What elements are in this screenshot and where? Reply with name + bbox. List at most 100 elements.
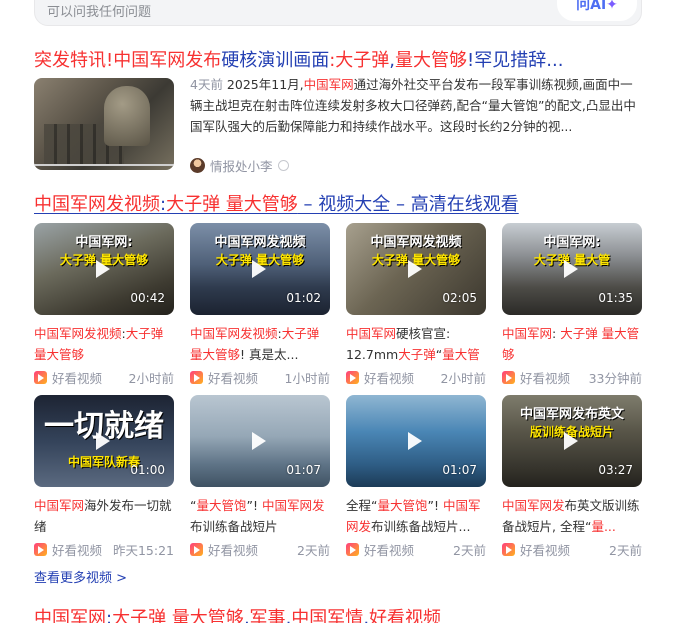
result-thumbnail-1[interactable] — [34, 78, 174, 170]
video-time: 2小时前 — [128, 371, 174, 386]
video-source: 好看视频 — [208, 543, 259, 558]
video-time: 2小时前 — [440, 371, 486, 386]
result-source-1[interactable]: 情报处小李 — [190, 156, 289, 175]
video-thumbnail[interactable]: 中国军网: 大子弹 量大管够 00:42 — [34, 223, 174, 315]
video-thumbnail[interactable]: 中国军网: 大子弹 量大管 01:35 — [502, 223, 642, 315]
play-icon[interactable] — [408, 260, 422, 278]
play-icon[interactable] — [564, 260, 578, 278]
video-thumbnail[interactable]: 一切就绪 中国军队新春 01:00 — [34, 395, 174, 487]
play-icon[interactable] — [564, 432, 578, 450]
title-segment: 大子弹 量大管够 — [112, 608, 244, 623]
video-source: 好看视频 — [208, 371, 259, 386]
snippet-highlight: 中国军网 — [303, 77, 354, 92]
video-title[interactable]: “量大管饱”! 中国军网发布训练备战短片 — [190, 495, 330, 537]
ask-ai-button[interactable]: 问AI✦ — [557, 0, 637, 21]
video-thumbnail[interactable]: 中国军网发布英文 版训练备战短片 03:27 — [502, 395, 642, 487]
title-segment: 中国军网 — [34, 498, 85, 513]
video-progress-track — [34, 164, 174, 166]
video-meta: 好看视频 2天前 — [346, 540, 486, 559]
title-segment: 量... — [591, 519, 616, 534]
video-meta: 好看视频 2天前 — [502, 540, 642, 559]
video-time: 1小时前 — [284, 371, 330, 386]
title-segment: : — [552, 326, 561, 341]
title-segment: 中国军网发 — [502, 498, 565, 513]
video-thumbnail[interactable]: 中国军网发视频 大子弹 量大管够 01:02 — [190, 223, 330, 315]
play-icon[interactable] — [252, 432, 266, 450]
title-segment: 量大管饱 — [377, 498, 428, 513]
video-title[interactable]: 中国军网: 大子弹 量大管够 — [502, 323, 642, 365]
video-card[interactable]: 一切就绪 中国军队新春 01:00 中国军网海外发布一切就绪好看视频 昨天15:21 — [34, 395, 174, 559]
video-card[interactable]: 中国军网发视频 大子弹 量大管够 02:05 中国军网硬核官宣: 12.7mm大子弹“… — [346, 223, 486, 387]
ask-ai-label: 问AI — [576, 0, 607, 13]
video-title[interactable]: 中国军网硬核官宣: 12.7mm大子弹“量大管够” — [346, 323, 486, 365]
video-source: 好看视频 — [520, 543, 571, 558]
more-videos-link[interactable]: 查看更多视频 > — [34, 567, 127, 586]
title-segment: 大子弹 — [398, 347, 436, 362]
play-icon[interactable] — [96, 260, 110, 278]
video-title[interactable]: 全程“量大管饱”! 中国军网发布训练备战短片... — [346, 495, 486, 537]
title-segment: 大子弹 量大管够 — [166, 194, 298, 215]
haokan-icon — [346, 371, 359, 384]
video-card[interactable]: 中国军网: 大子弹 量大管 01:35 中国军网: 大子弹 量大管够好看视频 33分钟前 — [502, 223, 642, 387]
play-icon[interactable] — [96, 432, 110, 450]
title-segment: 硬核演训画面 — [221, 50, 330, 71]
video-card[interactable]: 中国军网发布英文 版训练备战短片 03:27 中国军网发布英文版训练备战短片, 全程“… — [502, 395, 642, 559]
play-icon[interactable] — [252, 260, 266, 278]
video-duration: 01:02 — [286, 291, 321, 305]
video-section-title[interactable]: 中国军网发视频:大子弹 量大管够 – 视频大全 – 高清在线观看 — [34, 190, 519, 216]
haokan-icon — [502, 543, 515, 556]
video-title[interactable]: 中国军网海外发布一切就绪 — [34, 495, 174, 537]
video-title[interactable]: 中国军网发视频:大子弹量大管够! 真是太... — [190, 323, 330, 365]
title-segment: ”! — [427, 498, 443, 513]
video-meta: 好看视频 2小时前 — [346, 368, 486, 387]
title-segment: 布训练备战短片 — [190, 519, 278, 534]
video-duration: 01:07 — [286, 463, 321, 477]
title-segment: !罕见措辞... — [467, 50, 564, 71]
search-bar[interactable]: 可以问我任何问题 问AI✦ — [34, 0, 642, 26]
video-card[interactable]: 中国军网发视频 大子弹 量大管够 01:02 中国军网发视频:大子弹量大管够! 真是太… — [190, 223, 330, 387]
search-input[interactable]: 可以问我任何问题 — [47, 1, 151, 20]
author-name[interactable]: 情报处小李 — [210, 156, 273, 175]
video-time: 昨天15:21 — [112, 543, 174, 558]
video-title[interactable]: 中国军网发视频:大子弹 量大管够 — [34, 323, 174, 365]
title-segment: 中国军情 — [291, 608, 364, 623]
thumbnail-caption: 中国军网: — [543, 235, 601, 250]
video-card[interactable]: 01:07 “量大管饱”! 中国军网发布训练备战短片 好看视频 2天前 — [190, 395, 330, 559]
video-duration: 00:42 — [130, 291, 165, 305]
video-thumbnail[interactable]: 01:07 — [190, 395, 330, 487]
video-thumbnail[interactable]: 01:07 — [346, 395, 486, 487]
play-icon[interactable] — [408, 432, 422, 450]
result-title-1[interactable]: 突发特讯!中国军网发布硬核演训画面:大子弹,量大管够!罕见措辞... — [34, 46, 563, 72]
title-segment: 好看视频 — [369, 608, 442, 623]
video-duration: 03:27 — [598, 463, 633, 477]
title-segment: 布训练备战短片... — [371, 519, 471, 534]
video-thumbnail[interactable]: 中国军网发视频 大子弹 量大管够 02:05 — [346, 223, 486, 315]
snippet-text: 2025年11月, — [222, 77, 304, 92]
video-duration: 01:07 — [442, 463, 477, 477]
video-source: 好看视频 — [52, 371, 103, 386]
title-segment: 中国军网发视频 — [34, 194, 160, 215]
verified-icon — [277, 160, 289, 171]
title-segment: 中国军网发 — [261, 498, 325, 513]
video-source: 好看视频 — [364, 543, 415, 558]
video-source: 好看视频 — [520, 371, 571, 386]
title-segment: 军事 — [249, 608, 286, 623]
video-meta: 好看视频 1小时前 — [190, 368, 330, 387]
video-title[interactable]: 中国军网发布英文版训练备战短片, 全程“量... — [502, 495, 642, 537]
video-time: 2天前 — [609, 543, 642, 558]
result-title-3[interactable]: 中国军网:大子弹 量大管够,军事,中国军情,好看视频 — [34, 604, 441, 623]
video-duration: 01:35 — [598, 291, 633, 305]
haokan-icon — [34, 543, 47, 556]
video-time: 33分钟前 — [588, 371, 642, 386]
title-segment: ! 真是太... — [240, 347, 299, 362]
title-segment: – 视频大全 – 高清在线观看 — [297, 194, 519, 215]
ai-spark-icon: ✦ — [606, 0, 618, 13]
video-duration: 02:05 — [442, 291, 477, 305]
video-card[interactable]: 01:07 全程“量大管饱”! 中国军网发布训练备战短片... 好看视频 2天前 — [346, 395, 486, 559]
video-meta: 好看视频 33分钟前 — [502, 368, 642, 387]
video-card[interactable]: 中国军网: 大子弹 量大管够 00:42 中国军网发视频:大子弹 量大管够好看视频 2小… — [34, 223, 174, 387]
video-meta: 好看视频 昨天15:21 — [34, 540, 174, 559]
title-segment: 中国军网 — [346, 326, 397, 341]
haokan-icon — [190, 543, 203, 556]
haokan-icon — [34, 371, 47, 384]
